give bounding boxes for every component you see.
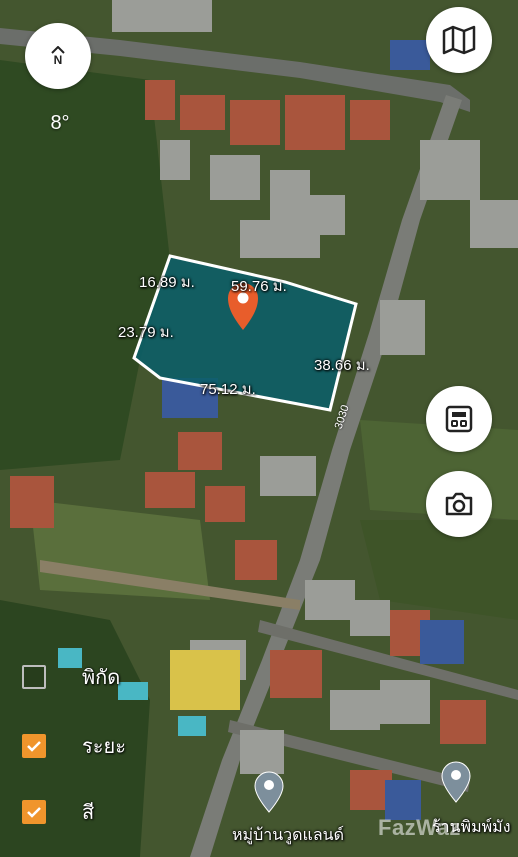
- compass-button[interactable]: N: [25, 23, 91, 89]
- toggle-coordinates[interactable]: พิกัด: [22, 662, 120, 692]
- dimension-label-bottom: 75.12 ม.: [200, 381, 256, 398]
- toggle-label: พิกัด: [82, 667, 121, 689]
- toggle-distance[interactable]: ระยะ: [22, 731, 126, 761]
- heading-readout: 8°: [50, 112, 70, 134]
- checkbox-checked[interactable]: [22, 734, 46, 758]
- toggle-color[interactable]: สี: [22, 797, 94, 827]
- dimension-label-top-right: 59.76 ม.: [231, 278, 287, 295]
- checkbox-unchecked[interactable]: [22, 665, 46, 689]
- camera-icon: [445, 492, 473, 516]
- poi-label[interactable]: หมู่บ้านวูดแลนด์: [232, 823, 344, 848]
- checkmark-icon: [27, 807, 41, 818]
- toggle-label: สี: [82, 802, 95, 824]
- dimension-label-right: 38.66 ม.: [314, 357, 370, 374]
- dimension-label-top-left: 16.89 ม.: [139, 274, 195, 291]
- calculator-button[interactable]: [426, 386, 492, 452]
- camera-button[interactable]: [426, 471, 492, 537]
- watermark-logo: FazWaz: [378, 815, 461, 840]
- map-icon: [442, 25, 476, 55]
- dimension-label-left: 23.79 ม.: [118, 324, 174, 341]
- checkbox-checked[interactable]: [22, 800, 46, 824]
- checkmark-icon: [27, 741, 41, 752]
- calculator-icon: [445, 405, 473, 433]
- map-type-button[interactable]: [426, 7, 492, 73]
- toggle-label: ระยะ: [82, 736, 126, 758]
- compass-north-letter: N: [53, 53, 63, 67]
